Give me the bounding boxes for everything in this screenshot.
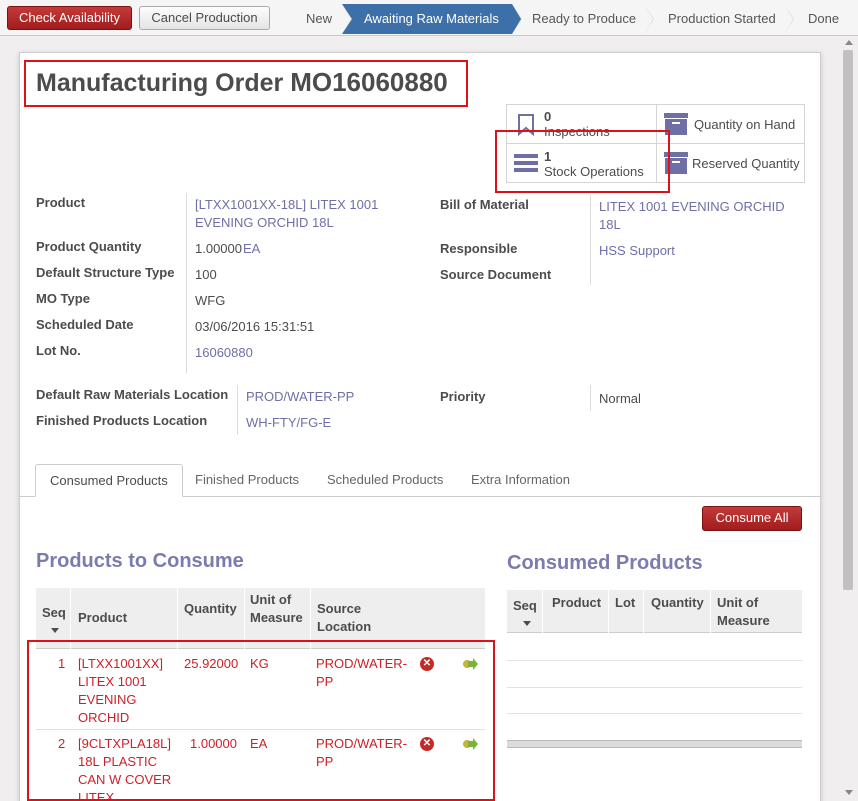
- mo-number: MO16060880: [290, 67, 448, 97]
- row-location: PROD/WATER-PP: [316, 736, 407, 769]
- stock-operations-label: Stock Operations: [544, 164, 644, 179]
- delete-icon[interactable]: ✕: [420, 737, 434, 751]
- products-to-consume-title: Products to Consume: [36, 550, 244, 572]
- inspections-label: Inspections: [544, 124, 610, 139]
- to-consume-header: Seq Product Quantity Unit of Measure Sou…: [36, 588, 485, 649]
- scrollbar-thumb[interactable]: [843, 50, 853, 590]
- check-availability-button[interactable]: Check Availability: [7, 6, 132, 30]
- scheduled-date-value: 03/06/2016 15:31:51: [195, 319, 315, 334]
- lot-no-label: Lot No.: [36, 343, 81, 358]
- stage-label: Ready to Produce: [532, 11, 637, 26]
- row-quantity: 1.00000: [190, 736, 237, 751]
- consume-all-button[interactable]: Consume All: [702, 506, 802, 531]
- archive-icon: [664, 152, 688, 174]
- status-bar: New Awaiting Raw Materials Ready to Prod…: [292, 4, 858, 34]
- notebook-tabs: Consumed Products Finished Products Sche…: [20, 464, 820, 497]
- row-product: [LTXX1001XX] LITEX 1001 EVENING ORCHID: [78, 656, 164, 725]
- page-title: Manufacturing Order MO16060880: [36, 67, 448, 98]
- move-arrow-icon[interactable]: [462, 658, 478, 670]
- col-quantity[interactable]: Quantity: [651, 594, 704, 612]
- col-product[interactable]: Product: [552, 594, 601, 612]
- scroll-up-icon[interactable]: [845, 40, 853, 45]
- bookmark-icon: [518, 114, 534, 136]
- stage-awaiting-raw-materials[interactable]: Awaiting Raw Materials: [342, 4, 522, 34]
- scheduled-date-label: Scheduled Date: [36, 317, 134, 332]
- bill-of-material-value[interactable]: LITEX 1001 EVENING ORCHID 18L: [599, 198, 799, 234]
- col-uom[interactable]: Unit of Measure: [250, 591, 310, 627]
- row-uom: EA: [250, 736, 268, 751]
- row-location: PROD/WATER-PP: [316, 656, 407, 689]
- table-footer: [507, 740, 802, 748]
- quantity-on-hand-label: Quantity on Hand: [694, 117, 796, 132]
- tab-finished-products[interactable]: Finished Products: [181, 464, 313, 497]
- col-source-location[interactable]: Source Location: [317, 600, 377, 636]
- bill-of-material-label: Bill of Material: [440, 197, 529, 212]
- cancel-production-button[interactable]: Cancel Production: [139, 6, 270, 30]
- reserved-quantity-button[interactable]: Reserved Quantity: [656, 143, 805, 183]
- row-seq: 2: [58, 736, 66, 751]
- product-label: Product: [36, 195, 86, 210]
- stock-operations-count: 1: [544, 149, 552, 164]
- col-quantity[interactable]: Quantity: [184, 600, 237, 618]
- row-seq: 1: [58, 656, 66, 671]
- stage-production-started[interactable]: Production Started: [644, 4, 794, 34]
- raw-materials-location-value[interactable]: PROD/WATER-PP: [246, 388, 354, 406]
- tab-extra-information[interactable]: Extra Information: [457, 464, 584, 497]
- col-seq[interactable]: Seq: [42, 604, 66, 622]
- toolbar: Check Availability Cancel Production New…: [0, 0, 858, 36]
- empty-row: [507, 660, 802, 661]
- tab-consumed-products[interactable]: Consumed Products: [35, 464, 183, 497]
- stage-new[interactable]: New: [292, 4, 352, 34]
- product-quantity-label: Product Quantity: [36, 239, 142, 254]
- empty-row: [507, 687, 802, 688]
- truck-icon: [514, 154, 538, 172]
- archive-icon: [664, 113, 688, 135]
- default-structure-type-value: 100: [195, 267, 217, 282]
- col-seq[interactable]: Seq: [513, 597, 537, 615]
- mo-type-label: MO Type: [36, 291, 90, 306]
- row-quantity: 25.92000: [184, 656, 239, 671]
- move-arrow-icon[interactable]: [462, 738, 478, 750]
- lot-no-value[interactable]: 16060880: [195, 344, 253, 362]
- reserved-quantity-label: Reserved Quantity: [692, 156, 800, 171]
- consumed-header: Seq Product Lot Quantity Unit of Measure: [507, 590, 802, 633]
- scroll-down-icon[interactable]: [845, 790, 853, 795]
- stage-label: Done: [808, 11, 840, 26]
- stage-ready-to-produce[interactable]: Ready to Produce: [512, 4, 654, 34]
- mo-type-value: WFG: [195, 293, 226, 308]
- tab-scheduled-products[interactable]: Scheduled Products: [313, 464, 457, 497]
- empty-row: [507, 713, 802, 714]
- priority-label: Priority: [440, 389, 486, 404]
- responsible-value[interactable]: HSS Support: [599, 242, 675, 260]
- row-uom: KG: [250, 656, 269, 671]
- product-uom-value[interactable]: EA: [243, 240, 260, 258]
- col-product[interactable]: Product: [78, 609, 127, 627]
- quantity-on-hand-button[interactable]: Quantity on Hand: [656, 104, 805, 144]
- finished-products-location-value[interactable]: WH-FTY/FG-E: [246, 414, 331, 432]
- stage-label: Awaiting Raw Materials: [364, 11, 499, 26]
- finished-products-location-label: Finished Products Location: [36, 413, 208, 428]
- row-product: [9CLTXPLA18L] 18L PLASTIC CAN W COVER LI…: [78, 736, 172, 801]
- raw-materials-location-label: Default Raw Materials Location: [36, 387, 229, 402]
- source-document-label: Source Document: [440, 267, 552, 282]
- sort-down-icon: [51, 628, 59, 633]
- sort-down-icon: [523, 621, 531, 626]
- col-uom[interactable]: Unit of Measure: [717, 594, 797, 630]
- inspections-count: 0: [544, 109, 552, 124]
- title-prefix: Manufacturing Order: [36, 69, 284, 97]
- consumed-products-title: Consumed Products: [507, 552, 703, 574]
- responsible-label: Responsible: [440, 241, 518, 256]
- product-value[interactable]: [LTXX1001XX-18L] LITEX 1001 EVENING ORCH…: [195, 196, 395, 232]
- stock-operations-button[interactable]: 1 Stock Operations: [506, 143, 657, 183]
- scrollbar[interactable]: [840, 36, 858, 801]
- default-structure-type-label: Default Structure Type: [36, 265, 175, 280]
- stage-label: New: [306, 11, 333, 26]
- product-quantity-value: 1.00000: [195, 241, 242, 256]
- col-lot[interactable]: Lot: [615, 594, 635, 612]
- priority-value: Normal: [599, 391, 641, 406]
- inspections-button[interactable]: 0 Inspections: [506, 104, 657, 144]
- delete-icon[interactable]: ✕: [420, 657, 434, 671]
- stage-label: Production Started: [668, 11, 776, 26]
